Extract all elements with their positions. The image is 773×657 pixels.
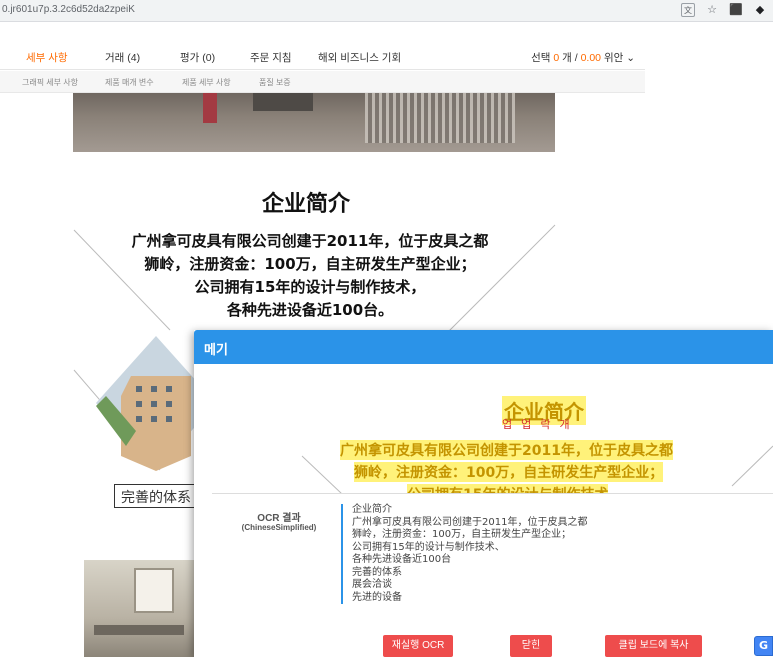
tab-overseas-business[interactable]: 해외 비즈니스 기회 <box>318 50 401 65</box>
google-translate-icon[interactable]: G <box>754 636 773 656</box>
intro-line: 各种先进设备近100台。 <box>226 301 394 319</box>
tab-details[interactable]: 세부 사항 <box>26 50 68 65</box>
extension-icon[interactable]: ◆ <box>753 3 767 17</box>
ocr-line: 广州拿可皮具有限公司创建于2011年，位于皮具之都 <box>352 516 588 528</box>
rerun-ocr-button[interactable]: 재실행 OCR <box>383 635 453 657</box>
factory-gate-photo <box>73 93 555 152</box>
selection-summary[interactable]: 선택 0 개 / 0.00 위안 ⌄ <box>531 50 635 65</box>
ocr-line: 先进的设备 <box>352 591 402 603</box>
ocr-preview-image: 企业简介 업 업 락 개 广州拿可皮具有限公司创建于2011年，位于皮具之都 狮… <box>212 366 773 494</box>
subtab-product-details[interactable]: 제품 세부 사항 <box>182 77 231 88</box>
ocr-line: 各种先进设备近100台 <box>352 554 452 565</box>
gate-shape <box>365 93 515 143</box>
intro-line: 狮岭，注册资金：100万，自主研发生产型企业； <box>144 255 476 273</box>
summary-unit: 개 / <box>562 52 578 64</box>
subtab-graphic-details[interactable]: 그래픽 세부 사항 <box>22 77 78 88</box>
person-shape <box>203 93 217 123</box>
summary-currency: 위안 <box>603 52 624 64</box>
car-shape <box>253 93 313 111</box>
chevron-down-icon: ⌄ <box>626 52 635 64</box>
ocr-result-label: OCR 결과 <box>257 513 301 524</box>
office-photo <box>84 560 196 657</box>
preview-line: 狮岭，注册资金：100万，自主研发生产型企业； <box>354 462 664 482</box>
product-tab-bar: 세부 사항 거래 (4) 평가 (0) 주문 지침 해외 비즈니스 기회 선택 … <box>0 44 645 70</box>
address-url[interactable]: 0.jr601u7p.3.2c6d52da2zpeiK <box>2 4 135 15</box>
tab-order-guide[interactable]: 주문 지침 <box>250 50 292 65</box>
copy-to-clipboard-button[interactable]: 클립 보드에 복사 <box>605 635 702 657</box>
ocr-result-text[interactable]: 企业简介 广州拿可皮具有限公司创建于2011年，位于皮具之都 狮岭，注册资金：1… <box>341 504 587 604</box>
intro-line: 公司拥有15年的设计与制作技术， <box>194 278 426 296</box>
translate-icon[interactable]: 文 <box>681 3 695 17</box>
product-subtab-bar: 그래픽 세부 사항 제품 매개 변수 제품 세부 사항 품질 보증 <box>0 71 645 93</box>
ocr-language: (ChineseSimplified) <box>241 523 317 532</box>
ocr-line: 狮岭，注册资金：100万，自主研发生产型企业； <box>352 529 572 540</box>
summary-count: 0 <box>553 52 560 64</box>
preview-line: 广州拿可皮具有限公司创建于2011年，位于皮具之都 <box>340 440 673 460</box>
section-title: 企业简介 <box>261 192 350 217</box>
desk-shape <box>94 625 184 635</box>
summary-price: 0.00 <box>580 52 602 64</box>
browser-address-bar[interactable]: 0.jr601u7p.3.2c6d52da2zpeiK 文 ☆ ⬛ ◆ <box>0 0 773 22</box>
ocr-dialog: 메기 企业简介 업 업 락 개 广州拿可皮具有限公司创建于2011年，位于皮具之… <box>194 330 773 657</box>
star-icon[interactable]: ☆ <box>705 3 719 17</box>
summary-prefix: 선택 <box>531 52 551 64</box>
intro-line: 广州拿可皮具有限公司创建于2011年，位于皮具之都 <box>131 232 489 250</box>
ocr-line: 公司拥有15年的设计与制作技术、 <box>352 541 505 553</box>
window-shape <box>134 568 174 613</box>
ocr-line: 展会洽谈 <box>352 579 392 590</box>
subtab-product-params[interactable]: 제품 매개 변수 <box>105 77 154 88</box>
ocr-line: 完善的体系 <box>352 566 402 578</box>
tab-transactions[interactable]: 거래 (4) <box>105 50 140 65</box>
dialog-header[interactable]: 메기 <box>194 330 773 364</box>
browser-toolbar-icons: 文 ☆ ⬛ ◆ <box>681 3 767 17</box>
ocr-line: 企业简介 <box>352 504 392 515</box>
close-button[interactable]: 닫힌 <box>510 635 552 657</box>
preview-noise-text: 업 업 락 개 <box>502 419 573 431</box>
preview-line: 公司拥有15年的设计与制作技术 <box>407 484 609 493</box>
subtab-quality-assurance[interactable]: 품질 보증 <box>259 77 291 88</box>
pdf-icon[interactable]: ⬛ <box>729 3 743 17</box>
company-intro: 广州拿可皮具有限公司创建于2011年，位于皮具之都 狮岭，注册资金：100万，自… <box>100 230 520 322</box>
tab-reviews[interactable]: 평가 (0) <box>180 50 215 65</box>
